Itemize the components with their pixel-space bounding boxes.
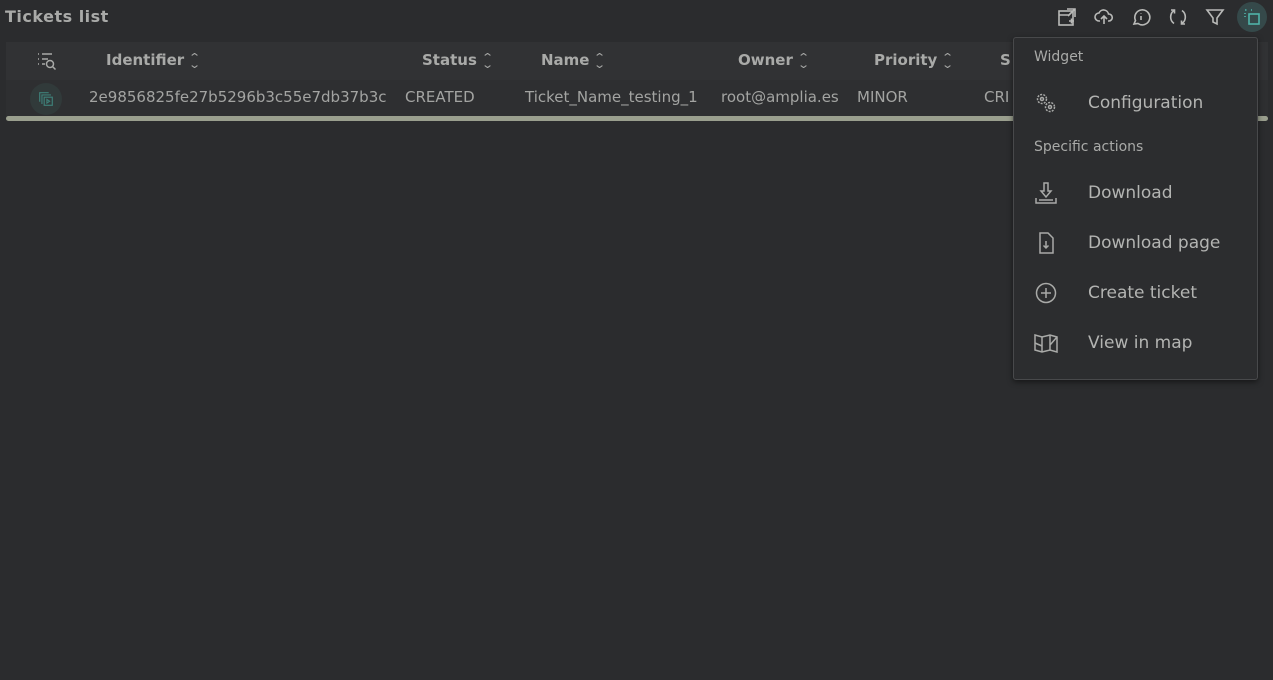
actions-icon bbox=[1244, 9, 1260, 25]
menu-item-create-ticket[interactable]: Create ticket bbox=[1014, 273, 1257, 313]
menu-item-download-page[interactable]: Download page bbox=[1014, 223, 1257, 263]
actions-menu: Widget Configuration Specific actions Do… bbox=[1013, 37, 1258, 380]
info-button[interactable] bbox=[1122, 4, 1159, 30]
file-download-icon bbox=[1039, 232, 1054, 254]
plus-circle-icon bbox=[1035, 282, 1057, 304]
info-icon bbox=[1132, 9, 1151, 26]
export-icon bbox=[1057, 8, 1076, 26]
column-header-status[interactable]: Status ⌃ ⌄ bbox=[422, 50, 494, 71]
upload-icon bbox=[1093, 9, 1113, 24]
menu-section-specific-actions: Specific actions bbox=[1034, 139, 1144, 155]
column-header-owner[interactable]: Owner ⌃ ⌄ bbox=[738, 50, 810, 71]
gears-icon bbox=[1036, 93, 1056, 113]
sort-icon: ⌃ ⌄ bbox=[797, 50, 810, 71]
widget-title: Tickets list bbox=[5, 7, 109, 26]
column-header-identifier[interactable]: Identifier ⌃ ⌄ bbox=[106, 50, 202, 71]
cell-identifier: 2e9856825fe27b5296b3c55e7db37b3c bbox=[89, 88, 387, 106]
actions-button[interactable] bbox=[1237, 2, 1267, 32]
column-search-icon[interactable] bbox=[36, 50, 58, 72]
map-icon bbox=[1034, 334, 1058, 353]
upload-button[interactable] bbox=[1085, 4, 1122, 30]
export-button[interactable] bbox=[1048, 4, 1085, 30]
column-header-name[interactable]: Name ⌃ ⌄ bbox=[541, 50, 607, 71]
cell-owner: root@amplia.es bbox=[721, 88, 839, 106]
refresh-button[interactable] bbox=[1159, 4, 1196, 30]
download-icon bbox=[1035, 182, 1057, 204]
cell-name: Ticket_Name_testing_1 bbox=[525, 88, 698, 106]
sort-icon: ⌃ ⌄ bbox=[481, 50, 494, 71]
filter-button[interactable] bbox=[1196, 4, 1233, 30]
sort-icon: ⌃ ⌄ bbox=[593, 50, 607, 71]
column-header-severity[interactable]: S bbox=[1000, 51, 1011, 69]
menu-item-download[interactable]: Download bbox=[1014, 173, 1257, 213]
menu-section-widget: Widget bbox=[1034, 49, 1084, 65]
sort-icon: ⌃ ⌄ bbox=[941, 50, 955, 71]
refresh-icon bbox=[1169, 9, 1186, 25]
row-action-button[interactable] bbox=[30, 83, 62, 115]
widget-toolbar bbox=[1048, 2, 1267, 32]
column-header-priority[interactable]: Priority ⌃ ⌄ bbox=[874, 50, 955, 71]
cell-status: CREATED bbox=[405, 88, 475, 106]
cell-priority: MINOR bbox=[857, 88, 908, 106]
menu-item-view-in-map[interactable]: View in map bbox=[1014, 323, 1257, 363]
cell-severity: CRI bbox=[984, 88, 1010, 106]
sort-icon: ⌃ ⌄ bbox=[188, 50, 202, 71]
open-detail-icon bbox=[39, 92, 53, 106]
filter-icon bbox=[1204, 9, 1225, 26]
menu-item-configuration[interactable]: Configuration bbox=[1014, 83, 1257, 123]
